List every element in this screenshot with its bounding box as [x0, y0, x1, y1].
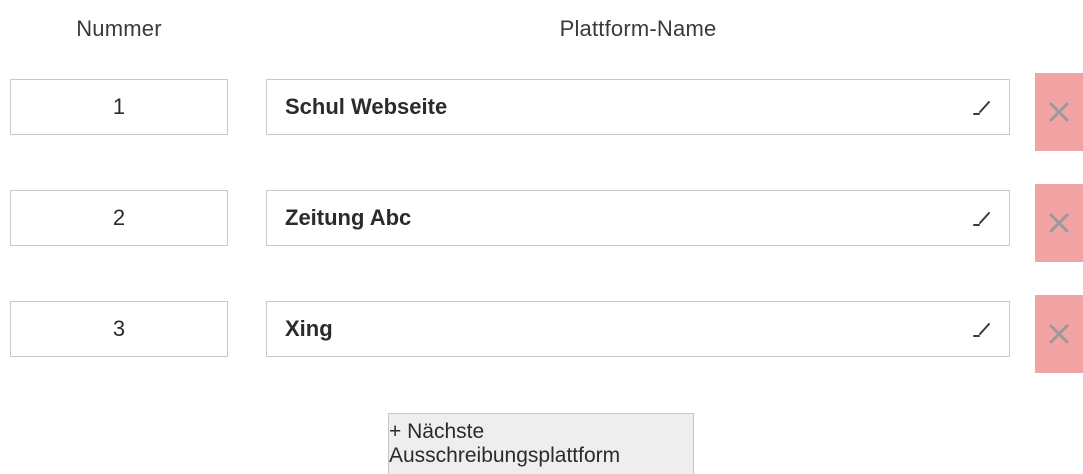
platform-row: 3 Xing — [0, 295, 1083, 376]
pencil-icon[interactable] — [973, 97, 993, 117]
platform-row: 1 Schul Webseite — [0, 73, 1083, 154]
number-field[interactable]: 2 — [10, 190, 228, 246]
platform-row: 2 Zeitung Abc — [0, 184, 1083, 265]
number-field[interactable]: 1 — [10, 79, 228, 135]
number-field[interactable]: 3 — [10, 301, 228, 357]
platform-name-field[interactable]: Xing — [266, 301, 1010, 357]
close-icon — [1049, 324, 1069, 344]
delete-row-button[interactable] — [1035, 295, 1083, 373]
column-header-number: Nummer — [76, 16, 162, 41]
pencil-icon[interactable] — [973, 319, 993, 339]
pencil-icon[interactable] — [973, 208, 993, 228]
close-icon — [1049, 213, 1069, 233]
platform-name-field[interactable]: Zeitung Abc — [266, 190, 1010, 246]
platform-name-text: Xing — [285, 316, 333, 341]
platform-name-text: Schul Webseite — [285, 94, 448, 119]
column-header-platform-name: Plattform-Name — [559, 16, 717, 41]
platform-name-field[interactable]: Schul Webseite — [266, 79, 1010, 135]
add-platform-button[interactable]: + Nächste Ausschreibungsplattform — [388, 413, 694, 474]
platform-name-text: Zeitung Abc — [285, 205, 412, 230]
delete-row-button[interactable] — [1035, 73, 1083, 151]
close-icon — [1049, 102, 1069, 122]
delete-row-button[interactable] — [1035, 184, 1083, 262]
